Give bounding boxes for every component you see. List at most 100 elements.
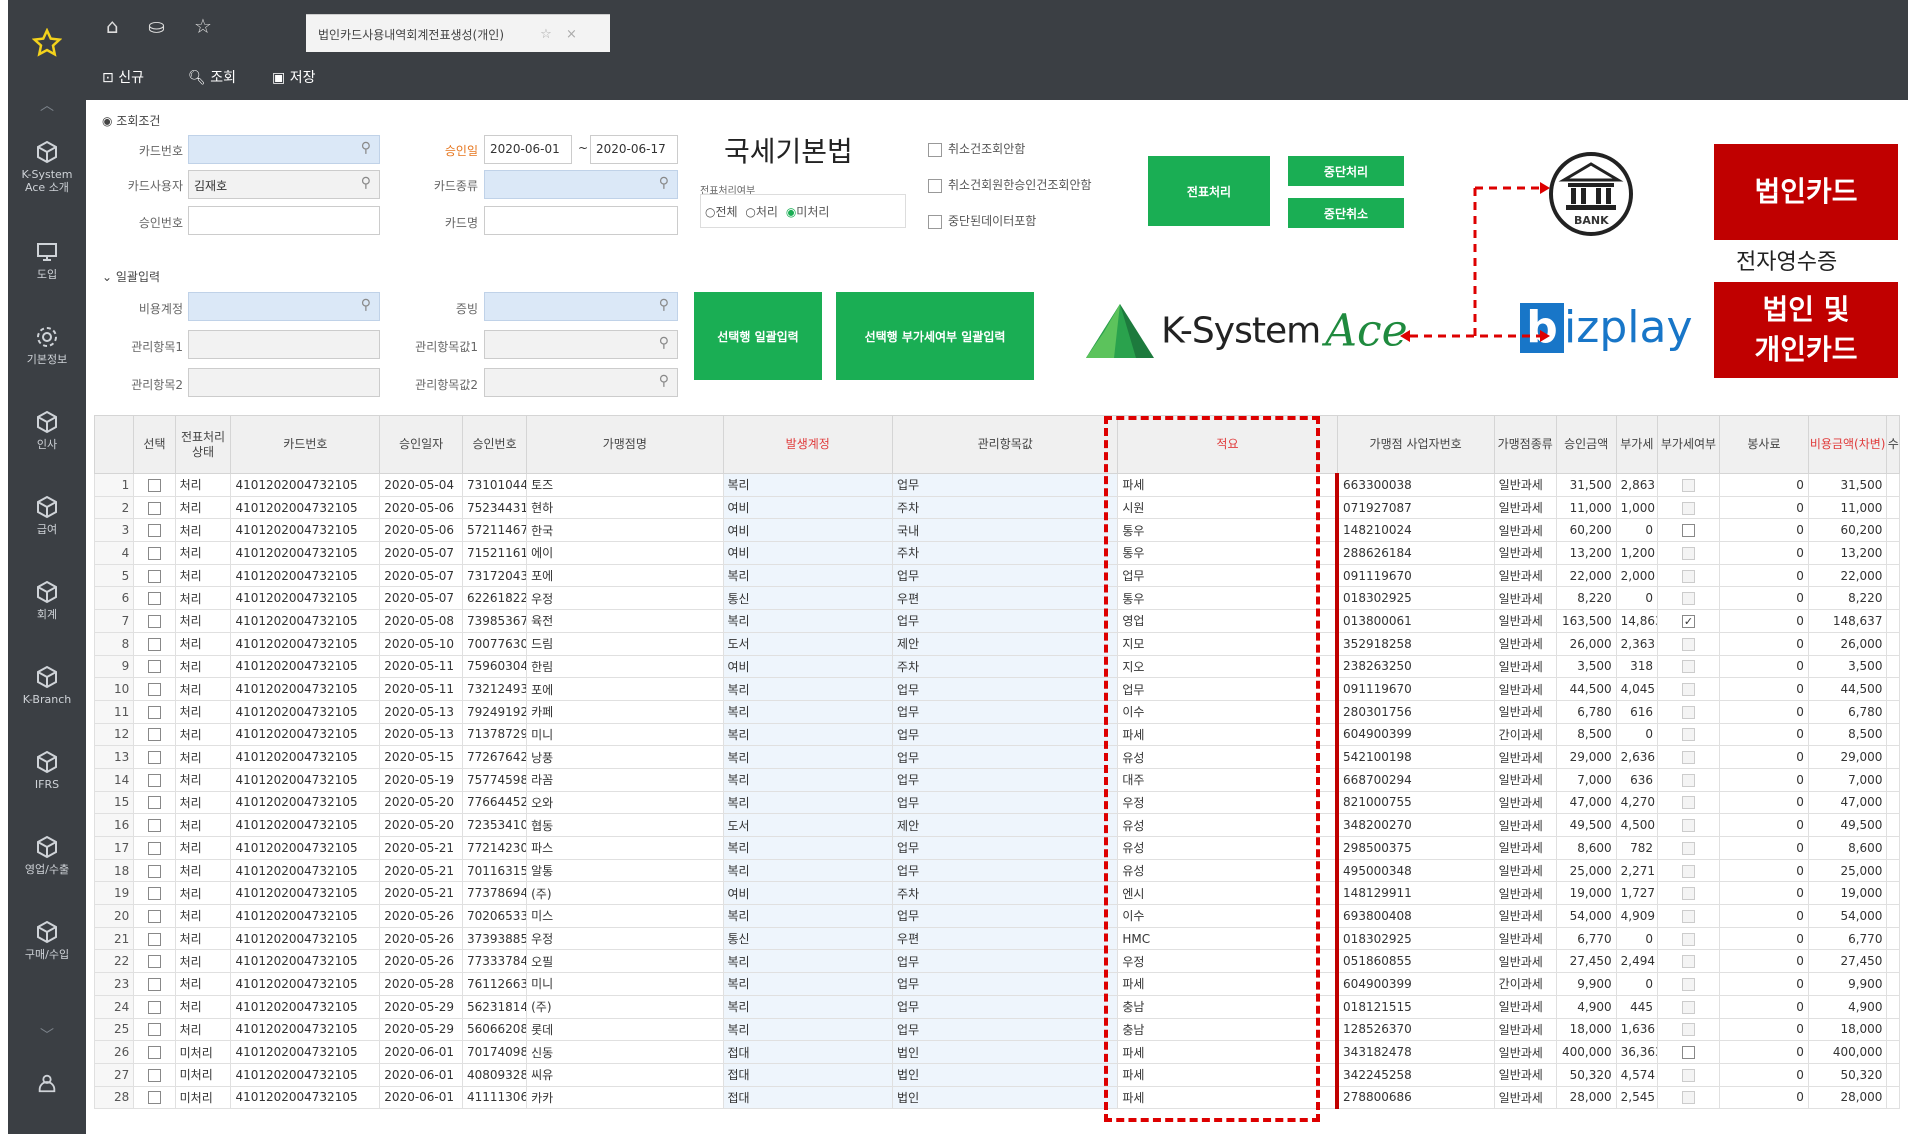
table-row[interactable]: 18 처리 4101202004732105 2020-05-21 70116315 알통… — [93, 858, 1900, 883]
mgmt-value-cell[interactable]: 업무 — [892, 563, 1119, 588]
account-cell[interactable]: 복리 — [722, 994, 894, 1019]
column-header[interactable]: 봉사료 — [1719, 415, 1809, 474]
table-row[interactable]: 10 처리 4101202004732105 2020-05-11 73212493 포에… — [93, 677, 1900, 701]
user-icon[interactable] — [8, 1072, 86, 1098]
sidebar-item-1[interactable]: 도입 — [8, 240, 86, 281]
row-checkbox[interactable] — [147, 977, 161, 991]
tab-active[interactable]: 법인카드사용내역회계전표생성(개인) ☆ × — [306, 14, 610, 52]
folder-icon[interactable]: ⛀ — [148, 14, 165, 38]
mgmt-value-cell[interactable]: 업무 — [892, 699, 1119, 724]
table-row[interactable]: 1 처리 4101202004732105 2020-05-04 73101044 토즈 복… — [93, 473, 1900, 497]
table-row[interactable]: 9 처리 4101202004732105 2020-05-11 75960304 한림 여… — [93, 654, 1900, 679]
account-cell[interactable]: 통신 — [722, 586, 894, 611]
mgmt-value-cell[interactable]: 제안 — [892, 813, 1119, 837]
row-checkbox[interactable] — [147, 1023, 161, 1037]
vat-checkbox[interactable]: ✓ — [1681, 614, 1695, 628]
vat-flag-cell[interactable] — [1656, 767, 1721, 792]
row-checkbox[interactable] — [147, 705, 161, 719]
expense-account-input[interactable]: ⚲ — [188, 292, 380, 321]
account-cell[interactable]: 복리 — [722, 858, 894, 883]
account-cell[interactable]: 접대 — [722, 1040, 894, 1064]
table-row[interactable]: 17 처리 4101202004732105 2020-05-21 77214230 파스… — [93, 836, 1900, 860]
card-no-input[interactable]: ⚲ — [188, 135, 380, 164]
column-header[interactable]: 승인금액 — [1555, 415, 1617, 474]
vat-flag-cell[interactable] — [1656, 677, 1721, 701]
vat-checkbox[interactable] — [1681, 1046, 1695, 1060]
mgmt1-value-input[interactable]: ⚲ — [484, 330, 678, 359]
search-icon[interactable]: ⚲ — [361, 140, 371, 156]
row-checkbox[interactable] — [147, 614, 161, 628]
scroll-up-icon[interactable]: ︿ — [8, 99, 86, 113]
account-cell[interactable]: 복리 — [722, 836, 894, 860]
row-checkbox[interactable] — [147, 864, 161, 878]
account-cell[interactable]: 여비 — [722, 654, 894, 679]
vat-flag-cell[interactable] — [1656, 722, 1721, 747]
row-checkbox[interactable] — [147, 478, 161, 492]
sidebar-item-7[interactable]: IFRS — [8, 750, 86, 791]
select-cell[interactable] — [133, 972, 176, 996]
select-cell[interactable] — [133, 473, 176, 497]
table-row[interactable]: 11 처리 4101202004732105 2020-05-13 79249192 카페… — [93, 699, 1900, 724]
row-checkbox[interactable] — [147, 501, 161, 515]
column-header[interactable]: 전표처리상태 — [174, 415, 232, 474]
select-cell[interactable] — [133, 994, 176, 1019]
check-exclude-cancel[interactable]: 취소건조회안함 — [928, 140, 1025, 157]
account-cell[interactable]: 복리 — [722, 722, 894, 747]
table-row[interactable]: 20 처리 4101202004732105 2020-05-26 70206533 미스… — [93, 904, 1900, 928]
select-cell[interactable] — [133, 699, 176, 724]
account-cell[interactable]: 복리 — [722, 473, 894, 497]
mgmt-value-cell[interactable]: 업무 — [892, 949, 1119, 974]
vat-flag-cell[interactable] — [1656, 790, 1721, 815]
row-checkbox[interactable] — [147, 1091, 161, 1105]
row-checkbox[interactable] — [147, 819, 161, 833]
account-cell[interactable]: 복리 — [722, 949, 894, 974]
account-cell[interactable]: 복리 — [722, 699, 894, 724]
row-checkbox[interactable] — [147, 728, 161, 742]
stop-cancel-button[interactable]: 중단취소 — [1288, 198, 1404, 228]
account-cell[interactable]: 복리 — [722, 972, 894, 996]
process-button[interactable]: 전표처리 — [1148, 156, 1270, 226]
select-cell[interactable] — [133, 926, 176, 951]
mgmt2-value-input[interactable]: ⚲ — [484, 368, 678, 397]
radio-all[interactable]: ○전체 — [705, 205, 738, 219]
table-row[interactable]: 25 처리 4101202004732105 2020-05-29 56066208 롯데… — [93, 1017, 1900, 1042]
stop-button[interactable]: 중단처리 — [1288, 156, 1404, 186]
vat-flag-cell[interactable] — [1656, 1085, 1721, 1110]
column-header[interactable]: 승인번호 — [461, 415, 528, 474]
favorites-star-icon[interactable] — [8, 28, 86, 62]
column-header[interactable]: 수 — [1886, 415, 1900, 474]
search-icon[interactable]: ⚲ — [361, 175, 371, 191]
vat-flag-cell[interactable] — [1656, 949, 1721, 974]
table-row[interactable]: 16 처리 4101202004732105 2020-05-20 72353410 협동… — [93, 813, 1900, 837]
search-icon[interactable]: ⚲ — [361, 297, 371, 313]
select-cell[interactable] — [133, 836, 176, 860]
row-checkbox[interactable] — [147, 546, 161, 560]
vat-flag-cell[interactable] — [1656, 1062, 1721, 1087]
table-row[interactable]: 13 처리 4101202004732105 2020-05-15 77267642 낭풍… — [93, 745, 1900, 769]
vat-flag-cell[interactable] — [1656, 699, 1721, 724]
table-row[interactable]: 15 처리 4101202004732105 2020-05-20 77664452 오와… — [93, 790, 1900, 815]
vat-flag-cell[interactable] — [1656, 904, 1721, 928]
approval-no-input[interactable] — [188, 206, 380, 235]
mgmt-value-cell[interactable]: 주차 — [892, 541, 1119, 565]
account-cell[interactable]: 통신 — [722, 926, 894, 951]
select-cell[interactable] — [133, 586, 176, 611]
table-row[interactable]: 28 미처리 4101202004732105 2020-06-01 41111306 카… — [93, 1085, 1900, 1110]
row-checkbox[interactable] — [147, 637, 161, 651]
select-cell[interactable] — [133, 949, 176, 974]
row-checkbox[interactable] — [147, 955, 161, 969]
table-row[interactable]: 6 처리 4101202004732105 2020-05-07 62261822 우정 통… — [93, 586, 1900, 611]
table-row[interactable]: 3 처리 4101202004732105 2020-05-06 57211467 한국 여… — [93, 518, 1900, 543]
row-checkbox[interactable] — [147, 796, 161, 810]
row-checkbox[interactable] — [147, 592, 161, 606]
vat-flag-cell[interactable] — [1656, 836, 1721, 860]
mgmt-value-cell[interactable]: 업무 — [892, 858, 1119, 883]
select-cell[interactable] — [133, 904, 176, 928]
vat-flag-cell[interactable] — [1656, 1040, 1721, 1064]
row-checkbox[interactable] — [147, 932, 161, 946]
table-row[interactable]: 5 처리 4101202004732105 2020-05-07 73172043 포에 복… — [93, 563, 1900, 588]
radio-undone[interactable]: ◉미처리 — [786, 205, 830, 219]
search-icon[interactable]: ⚲ — [659, 373, 669, 389]
select-cell[interactable] — [133, 631, 176, 656]
select-cell[interactable] — [133, 677, 176, 701]
